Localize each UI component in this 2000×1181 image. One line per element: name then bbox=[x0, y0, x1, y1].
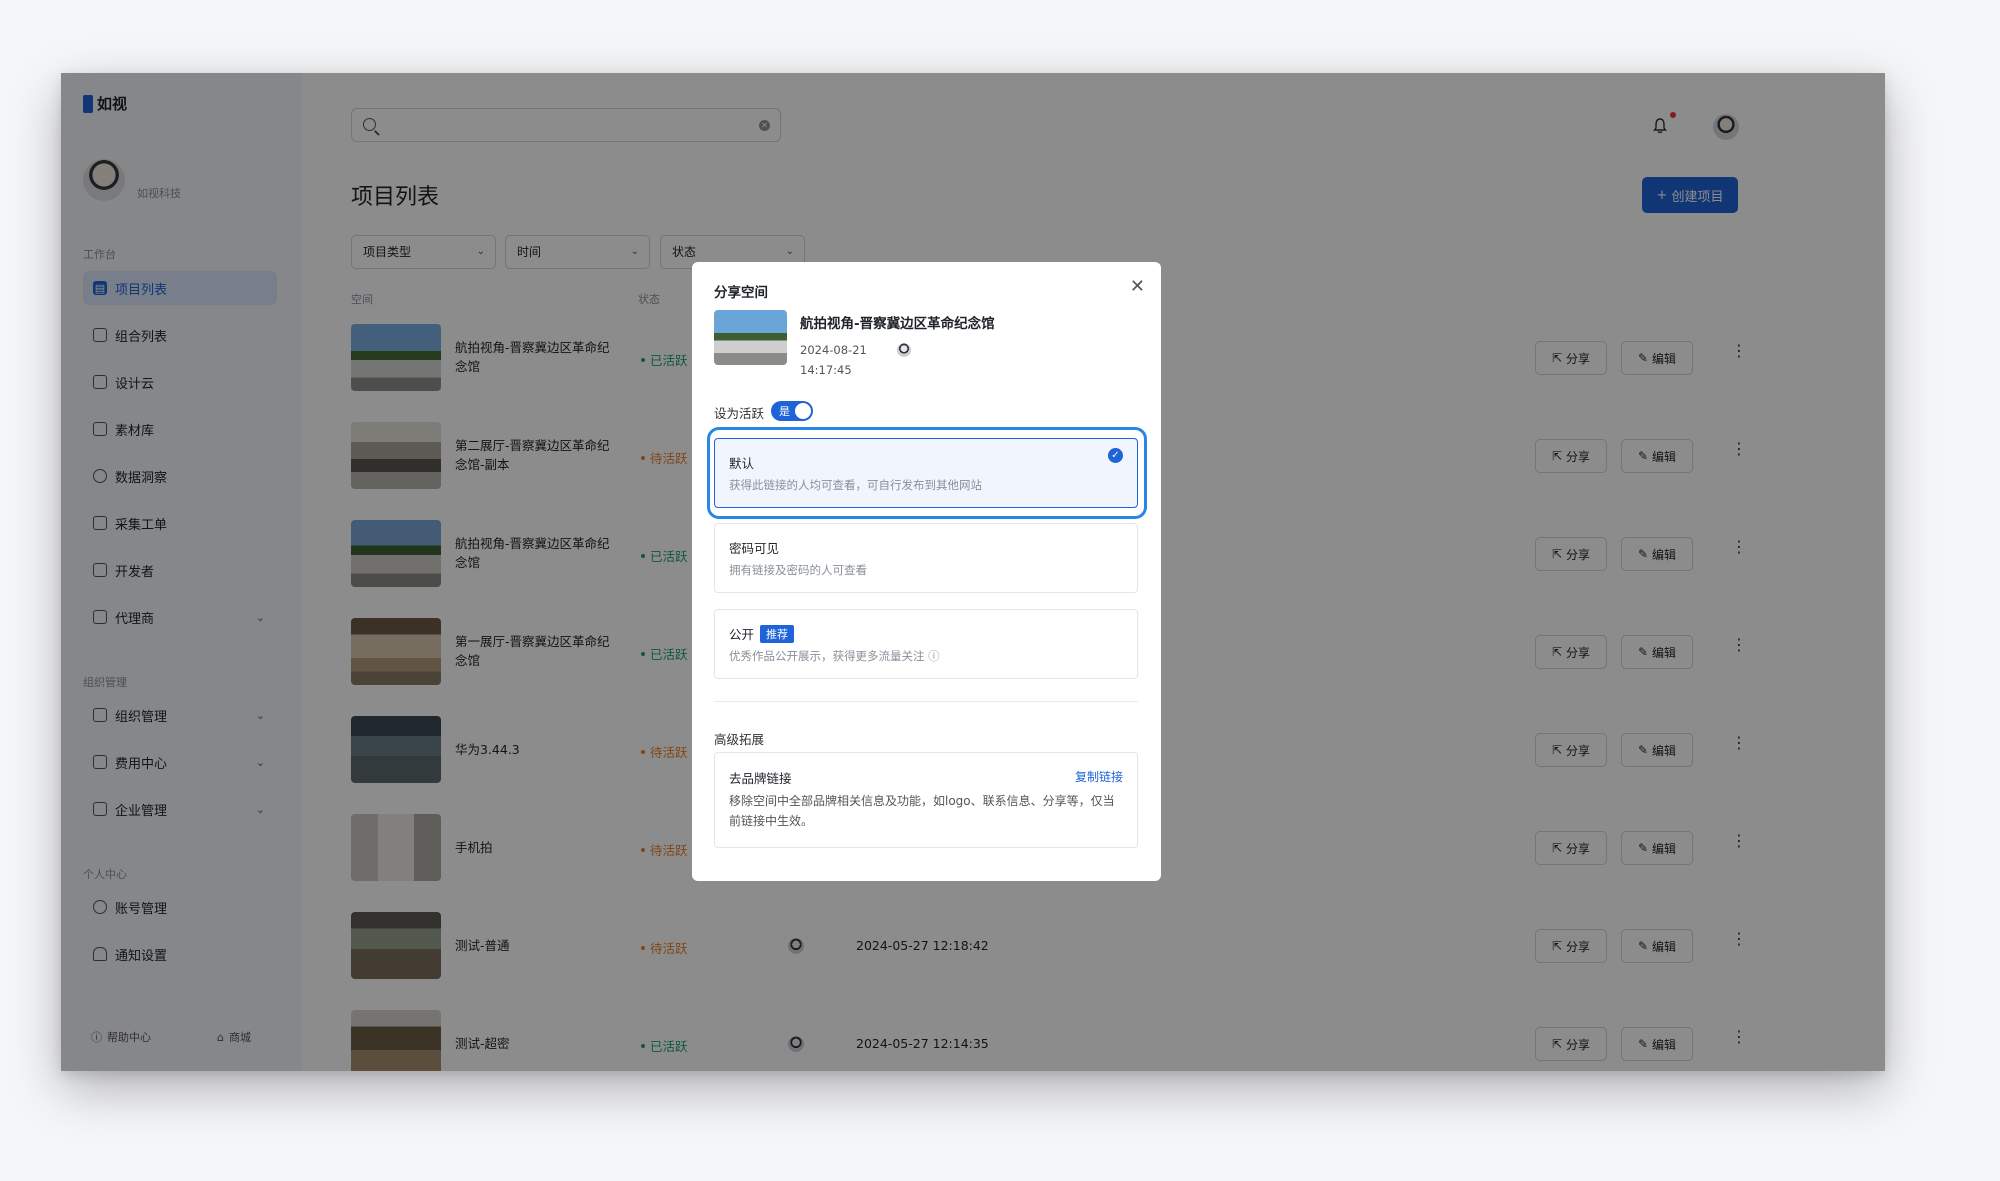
unbrand-link-desc: 移除空间中全部品牌相关信息及功能，如logo、联系信息、分享等，仅当前链接中生效… bbox=[729, 794, 1115, 828]
option-title: 默认 bbox=[729, 456, 755, 471]
toggle-label: 是 bbox=[779, 405, 790, 418]
unbrand-link-title: 去品牌链接 bbox=[729, 771, 792, 786]
modal-title: 分享空间 bbox=[714, 285, 768, 301]
share-option-default[interactable]: 默认 获得此链接的人均可查看，可自行发布到其他网站 ✓ bbox=[714, 438, 1138, 508]
app-window: 如视 如视科技 工作台 ▤ 项目列表 组合列表 设计云 素材库 数据洞察 采集工… bbox=[61, 73, 1885, 1071]
option-desc: 优秀作品公开展示，获得更多流量关注 ⓘ bbox=[729, 649, 940, 663]
check-icon: ✓ bbox=[1108, 448, 1123, 463]
share-space-modal: 分享空间 ✕ 航拍视角-晋察冀边区革命纪念馆 2024-08-21 14:17:… bbox=[692, 262, 1161, 881]
modal-project-date: 2024-08-21 bbox=[800, 343, 867, 357]
close-icon[interactable]: ✕ bbox=[1130, 276, 1145, 297]
info-icon[interactable]: ⓘ bbox=[928, 649, 940, 663]
toggle-knob bbox=[795, 403, 811, 419]
option-desc: 获得此链接的人均可查看，可自行发布到其他网站 bbox=[729, 478, 982, 492]
option-desc: 拥有链接及密码的人可查看 bbox=[729, 563, 867, 577]
option-title: 密码可见 bbox=[729, 541, 780, 556]
share-option-password[interactable]: 密码可见 拥有链接及密码的人可查看 bbox=[714, 523, 1138, 593]
set-active-label: 设为活跃 bbox=[714, 406, 765, 421]
option-title: 公开 推荐 bbox=[729, 624, 795, 643]
modal-project-name: 航拍视角-晋察冀边区革命纪念馆 bbox=[800, 316, 995, 332]
recommend-tag: 推荐 bbox=[760, 624, 795, 643]
share-option-public[interactable]: 公开 推荐 优秀作品公开展示，获得更多流量关注 ⓘ bbox=[714, 609, 1138, 679]
modal-project-datetime: 2024-08-21 14:17:45 bbox=[800, 340, 867, 380]
modal-owner-avatar bbox=[897, 343, 911, 357]
modal-project-thumbnail bbox=[714, 310, 787, 365]
modal-project-time: 14:17:45 bbox=[800, 363, 852, 377]
divider bbox=[714, 701, 1138, 702]
set-active-toggle[interactable]: 是 bbox=[771, 401, 813, 421]
unbrand-link-card: 去品牌链接 复制链接 移除空间中全部品牌相关信息及功能，如logo、联系信息、分… bbox=[714, 752, 1138, 848]
advanced-title: 高级拓展 bbox=[714, 732, 765, 747]
copy-link-button[interactable]: 复制链接 bbox=[1075, 768, 1123, 785]
